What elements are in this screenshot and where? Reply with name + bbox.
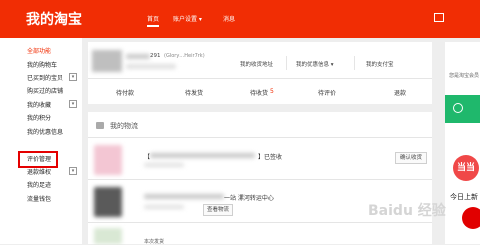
sidebar-item-favorites[interactable]: 我的收藏 — [27, 100, 51, 109]
username-blurred — [126, 54, 150, 59]
section-gap — [88, 104, 432, 112]
logistics-row2-date — [144, 205, 184, 209]
divider — [88, 78, 432, 79]
tab-pending-receipt[interactable]: 待收货 — [250, 88, 268, 97]
logistics-row1-blurred — [150, 153, 255, 158]
sidebar-item-refunds[interactable]: 退款维权 — [27, 167, 51, 176]
sidebar-item-points[interactable]: 我的积分 — [27, 113, 51, 122]
link-address[interactable]: 我的收货地址 — [240, 60, 273, 68]
nav-home[interactable]: 首页 — [147, 14, 160, 27]
divider — [88, 179, 432, 180]
divider — [286, 56, 287, 70]
divider — [354, 56, 355, 70]
green-banner[interactable] — [445, 95, 480, 123]
sidebar-title[interactable]: 全部功能 — [27, 46, 51, 55]
order-count-badge: 5 — [270, 88, 274, 95]
account-handle: (Glory…Heir7rk) — [164, 53, 205, 59]
clock-icon — [453, 103, 463, 113]
link-coupons[interactable]: 我的优惠信息 ▾ — [296, 60, 334, 68]
nav-messages[interactable]: 消息 — [223, 14, 235, 23]
taobao-logo[interactable]: 我的淘宝 — [26, 9, 82, 29]
member-promo[interactable]: 您是淘宝会员 — [449, 72, 479, 79]
sidebar-item-cart[interactable]: 我的购物车 — [27, 60, 57, 69]
sidebar-item-data-wallet[interactable]: 流量钱包 — [27, 194, 51, 203]
tab-pending-review[interactable]: 待评价 — [318, 88, 336, 97]
sidebar-item-coupons[interactable]: 我的优惠信息 — [27, 127, 63, 136]
product-thumbnail[interactable] — [94, 228, 122, 244]
sidebar-item-purchased[interactable]: 已买到的宝贝 — [27, 73, 63, 82]
divider — [88, 222, 432, 223]
dangdang-logo[interactable]: 当当 — [453, 155, 479, 181]
sidebar: 全部功能 我的购物车 已买到的宝贝 ▾ 购买过的店铺 我的收藏 ▾ 我的积分 我… — [0, 38, 82, 244]
expand-icon[interactable]: ▾ — [69, 73, 77, 81]
baidu-watermark: Baidu 经验 — [368, 203, 446, 219]
tab-pending-shipment[interactable]: 待发货 — [185, 88, 203, 97]
member-info-blurred — [126, 64, 176, 69]
logistics-title: 我的物流 — [110, 122, 138, 130]
tab-pending-payment[interactable]: 待付款 — [116, 88, 134, 97]
logistics-row1-date — [144, 163, 184, 167]
today-new-label: 今日上新 — [450, 193, 478, 201]
avatar — [92, 50, 122, 72]
link-alipay[interactable]: 我的支付宝 — [366, 60, 394, 68]
account-id: 291 — [150, 53, 161, 59]
sidebar-item-footprints[interactable]: 我的足迹 — [27, 180, 51, 189]
header-icon[interactable] — [434, 13, 444, 22]
expand-icon[interactable]: ▾ — [69, 100, 77, 108]
expand-icon[interactable]: ▾ — [69, 167, 77, 175]
nav-account-settings[interactable]: 账户设置 ▾ — [173, 14, 202, 23]
tab-refunds[interactable]: 退款 — [394, 88, 406, 97]
logistics-row2-status: 一站 漯河转运中心 — [224, 195, 274, 202]
logistics-row2-blurred — [144, 194, 224, 199]
sidebar-item-shops[interactable]: 购买过的店铺 — [27, 86, 63, 95]
top-header: 我的淘宝 首页 账户设置 ▾ 消息 — [0, 0, 480, 38]
confirm-receipt-button[interactable]: 确认收货 — [395, 152, 427, 164]
brand-logo[interactable] — [462, 207, 480, 229]
view-logistics-button[interactable]: 查看物流 — [203, 204, 233, 216]
highlight-box — [18, 151, 58, 168]
logistics-row1-status: 】已签收 — [258, 154, 283, 161]
divider — [88, 137, 432, 138]
product-thumbnail[interactable] — [94, 187, 122, 217]
truck-icon — [96, 122, 104, 129]
product-thumbnail[interactable] — [94, 145, 122, 175]
